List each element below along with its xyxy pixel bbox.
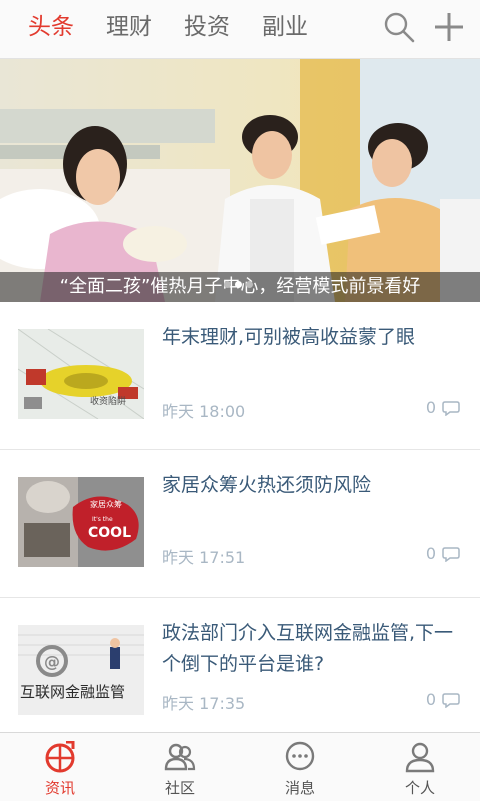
tab-headlines[interactable]: 头条 [28, 12, 74, 42]
carousel-indicator [222, 273, 255, 292]
thumb-text: It's the [92, 516, 113, 523]
chat-bubble-icon [285, 741, 315, 771]
search-icon[interactable] [382, 10, 416, 44]
carousel-dot [246, 281, 253, 288]
news-time: 昨天 18:00 [162, 402, 246, 421]
comment-count: 0 [426, 544, 460, 563]
tab-finance[interactable]: 理财 [106, 12, 152, 42]
news-title: 年末理财,可别被高收益蒙了眼 [162, 326, 416, 348]
comment-number: 0 [425, 690, 436, 709]
thumb-text: 家居众筹 [90, 499, 122, 509]
comment-number: 0 [425, 544, 436, 563]
nav-label: 消息 [284, 779, 315, 797]
tab-side-business[interactable]: 副业 [262, 12, 308, 42]
nav-community[interactable]: 社区 [120, 733, 240, 801]
thumb-text: 收资陷阱 [90, 395, 126, 407]
news-title: 家居众筹火热还须防风险 [162, 474, 372, 496]
plus-icon[interactable] [432, 10, 466, 44]
nav-personal[interactable]: 个人 [360, 733, 480, 801]
thumb-text: COOL [88, 525, 131, 541]
globe-arrow-icon [45, 741, 75, 773]
news-time: 昨天 17:51 [162, 548, 246, 567]
nav-messages[interactable]: 消息 [240, 733, 360, 801]
nav-label: 个人 [404, 779, 435, 797]
news-thumbnail: 家居众筹 It's the COOL [18, 477, 144, 567]
news-thumbnail: @ 互联网金融监管 [18, 625, 144, 715]
banner-photo [0, 59, 480, 302]
news-item[interactable]: 收资陷阱 年末理财,可别被高收益蒙了眼 昨天 18:00 0 [0, 302, 480, 450]
comment-icon [442, 546, 460, 562]
bottom-navigation: 资讯 社区 消息 个人 [0, 732, 480, 801]
thumb-text: 互联网金融监管 [20, 683, 125, 701]
top-tab-bar: 头条 理财 投资 副业 [0, 0, 480, 59]
svg-text:@: @ [44, 652, 60, 671]
news-list: 收资陷阱 年末理财,可别被高收益蒙了眼 昨天 18:00 0 家居众筹 It's… [0, 302, 480, 732]
people-icon [164, 743, 196, 771]
banner-carousel[interactable]: “全面二孩”催热月子中心，经营模式前景看好 [0, 59, 480, 302]
comment-icon [442, 400, 460, 416]
nav-news[interactable]: 资讯 [0, 733, 120, 801]
news-time: 昨天 17:35 [162, 694, 246, 713]
news-title: 政法部门介入互联网金融监管,下一个倒下的平台是谁? [162, 622, 454, 675]
comment-count: 0 [426, 690, 460, 709]
carousel-dot [224, 281, 231, 288]
news-item[interactable]: @ 互联网金融监管 政法部门介入互联网金融监管,下一个倒下的平台是谁? 昨天 1… [0, 598, 480, 732]
news-item[interactable]: 家居众筹 It's the COOL 家居众筹火热还须防风险 昨天 17:51 … [0, 450, 480, 598]
tab-investment[interactable]: 投资 [184, 12, 230, 42]
person-icon [405, 742, 435, 773]
comment-number: 0 [425, 398, 436, 417]
comment-count: 0 [426, 398, 460, 417]
carousel-dot-active [235, 281, 242, 288]
nav-label: 社区 [164, 779, 195, 797]
news-thumbnail: 收资陷阱 [18, 329, 144, 419]
comment-icon [442, 692, 460, 708]
nav-label: 资讯 [44, 779, 75, 797]
